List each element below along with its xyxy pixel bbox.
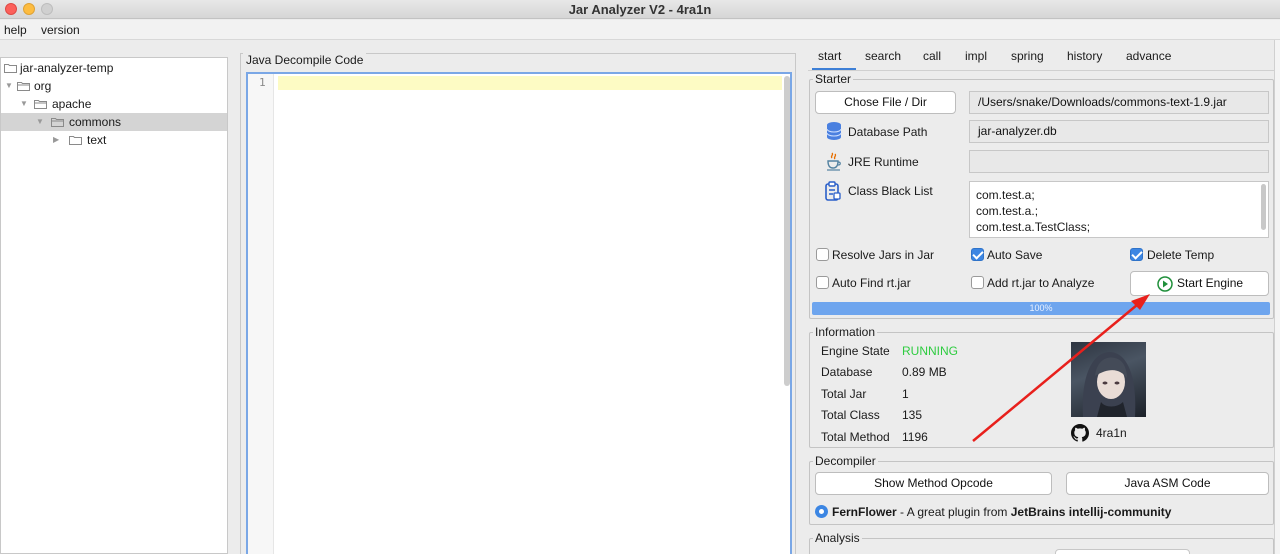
tree-label-root: jar-analyzer-temp [20, 61, 114, 75]
class-black-list-label: Class Black List [848, 184, 933, 198]
total-class-label: Total Class [821, 408, 880, 422]
analysis-button[interactable] [1055, 549, 1190, 554]
menu-help[interactable]: help [4, 23, 27, 37]
open-folder-icon [17, 82, 30, 91]
database-size-label: Database [821, 365, 873, 379]
start-engine-button[interactable]: Start Engine [1130, 271, 1269, 296]
tab-impl[interactable]: impl [965, 49, 987, 63]
add-rt-label: Add rt.jar to Analyze [987, 276, 1095, 290]
current-line-highlight [278, 76, 782, 90]
line-number: 1 [259, 76, 266, 89]
window-title: Jar Analyzer V2 - 4ra1n [568, 2, 712, 17]
analysis-legend: Analysis [813, 531, 862, 545]
github-icon[interactable] [1071, 424, 1089, 442]
auto-save-label: Auto Save [987, 248, 1043, 262]
tree-label-text: text [87, 133, 107, 147]
tree-item-commons[interactable]: ▼ commons [1, 113, 227, 131]
database-icon [826, 122, 842, 140]
java-cup-icon [827, 152, 841, 171]
database-path-label: Database Path [848, 125, 928, 139]
tree-item-root[interactable]: jar-analyzer-temp [1, 59, 227, 77]
title-bar: Jar Analyzer V2 - 4ra1n [0, 0, 1280, 19]
fernflower-description: - A great plugin from [896, 505, 1011, 519]
tab-start[interactable]: start [818, 49, 841, 63]
expanded-triangle-icon[interactable]: ▼ [36, 113, 44, 131]
delete-temp-checkbox[interactable] [1130, 248, 1143, 261]
tree-item-apache[interactable]: ▼ apache [1, 95, 227, 113]
tree-label-apache: apache [52, 97, 92, 111]
choose-file-button[interactable]: Chose File / Dir [815, 91, 956, 114]
analysis-group [809, 538, 1274, 554]
tree-label-org: org [34, 79, 52, 93]
tab-history[interactable]: history [1067, 49, 1102, 63]
starter-legend: Starter [813, 72, 854, 86]
fernflower-name: FernFlower [832, 505, 897, 519]
database-size-value: 0.89 MB [902, 365, 947, 379]
resolve-jars-label: Resolve Jars in Jar [832, 248, 935, 262]
expanded-triangle-icon[interactable]: ▼ [5, 77, 13, 95]
folder-icon [4, 64, 17, 73]
collapsed-triangle-icon[interactable]: ▶ [53, 131, 59, 149]
blacklist-line: com.test.a; [976, 188, 1035, 202]
delete-temp-label: Delete Temp [1147, 248, 1215, 262]
jetbrains-brand: JetBrains intellij-community [1010, 505, 1172, 519]
auto-find-rt-label: Auto Find rt.jar [832, 276, 911, 290]
resolve-jars-checkbox[interactable] [816, 248, 829, 261]
fernflower-option-text: FernFlower - A great plugin from JetBrai… [832, 505, 1171, 519]
total-method-value: 1196 [902, 430, 928, 444]
total-jar-value: 1 [902, 387, 909, 401]
decompile-code-title: Java Decompile Code [243, 53, 367, 67]
expanded-triangle-icon[interactable]: ▼ [20, 95, 28, 113]
tree-item-org[interactable]: ▼ org [1, 77, 227, 95]
author-avatar [1071, 342, 1146, 417]
database-path-field[interactable]: jar-analyzer.db [969, 120, 1269, 143]
class-black-list-textarea[interactable]: com.test.a; com.test.a.; com.test.a.Test… [969, 181, 1269, 238]
textarea-scrollbar[interactable] [1261, 184, 1266, 230]
play-circle-icon [1157, 276, 1173, 292]
auto-find-rt-checkbox[interactable] [816, 276, 829, 289]
tab-advance[interactable]: advance [1126, 49, 1171, 63]
tab-bar: start search call impl spring history ad… [808, 47, 1274, 71]
engine-state-label: Engine State [821, 344, 890, 358]
editor-scrollbar[interactable] [784, 76, 790, 386]
active-tab-indicator [812, 68, 856, 70]
information-legend: Information [813, 325, 878, 339]
jre-runtime-label: JRE Runtime [848, 155, 919, 169]
blacklist-line: com.test.a.TestClass; [976, 220, 1091, 234]
folder-icon [69, 136, 82, 145]
clipboard-list-icon [825, 181, 841, 201]
engine-state-value: RUNNING [902, 344, 958, 358]
author-name[interactable]: 4ra1n [1096, 426, 1127, 440]
blacklist-line: com.test.a.; [976, 204, 1039, 218]
tree-item-text[interactable]: ▶ text [1, 131, 227, 149]
open-folder-icon [51, 118, 64, 127]
show-method-opcode-button[interactable]: Show Method Opcode [815, 472, 1052, 495]
file-path-field[interactable]: /Users/snake/Downloads/commons-text-1.9.… [969, 91, 1269, 114]
jre-runtime-field[interactable] [969, 150, 1269, 173]
tab-spring[interactable]: spring [1011, 49, 1044, 63]
tab-divider [808, 70, 1274, 71]
open-folder-icon [34, 100, 47, 109]
menu-bar: help version [0, 20, 1280, 40]
total-class-value: 135 [902, 408, 923, 422]
line-gutter: 1 [248, 74, 274, 554]
progress-text: 100% [1029, 303, 1053, 313]
file-tree[interactable]: jar-analyzer-temp ▼ org ▼ apache ▼ commo… [0, 57, 228, 554]
code-editor[interactable]: 1 [246, 72, 792, 554]
menu-version[interactable]: version [41, 23, 80, 37]
fernflower-radio[interactable] [815, 505, 828, 518]
tab-search[interactable]: search [865, 49, 901, 63]
window-right-edge [1274, 40, 1280, 554]
total-method-label: Total Method [821, 430, 890, 444]
tree-label-commons: commons [69, 115, 122, 129]
decompiler-legend: Decompiler [813, 454, 878, 468]
engine-progress-bar: 100% [812, 302, 1270, 315]
tab-call[interactable]: call [923, 49, 941, 63]
auto-save-checkbox[interactable] [971, 248, 984, 261]
start-engine-label: Start Engine [1177, 276, 1244, 290]
java-asm-code-button[interactable]: Java ASM Code [1066, 472, 1269, 495]
add-rt-checkbox[interactable] [971, 276, 984, 289]
avatar-portrait [1082, 352, 1136, 417]
total-jar-label: Total Jar [821, 387, 867, 401]
